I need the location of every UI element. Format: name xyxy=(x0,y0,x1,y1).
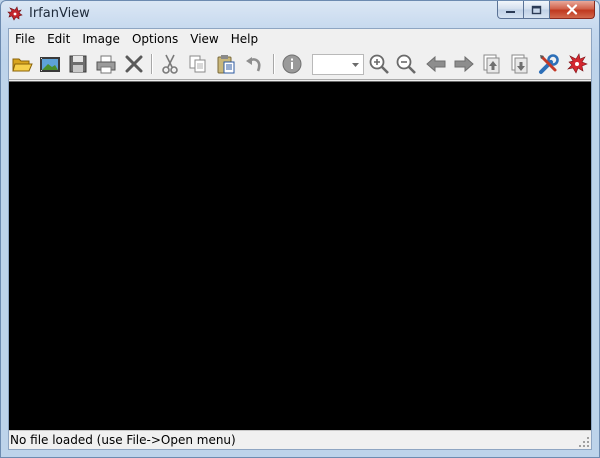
settings-button[interactable] xyxy=(538,53,560,75)
open-folder-icon xyxy=(12,58,33,72)
window-title: IrfanView xyxy=(29,6,90,21)
menu-help[interactable]: Help xyxy=(225,29,264,48)
status-text: No file loaded (use File->Open menu) xyxy=(10,433,236,447)
app-window: IrfanView File Edit Image Options View H… xyxy=(0,0,600,458)
info-icon xyxy=(282,54,302,74)
status-bar: No file loaded (use File->Open menu) xyxy=(9,430,591,449)
paste-button[interactable] xyxy=(215,53,237,75)
zoom-out-button[interactable] xyxy=(395,53,417,75)
paste-icon xyxy=(217,55,235,74)
first-page-button[interactable] xyxy=(481,53,503,75)
menu-view[interactable]: View xyxy=(184,29,224,48)
chevron-down-icon[interactable] xyxy=(348,55,363,74)
undo-icon xyxy=(246,57,261,72)
window-controls xyxy=(497,1,595,19)
minimize-button[interactable] xyxy=(497,1,524,19)
minimize-icon xyxy=(506,10,515,13)
menu-image[interactable]: Image xyxy=(76,29,126,48)
zoom-dropdown[interactable] xyxy=(312,54,364,75)
zoom-out-icon xyxy=(396,54,416,74)
client-area: File Edit Image Options View Help No fil… xyxy=(8,28,592,450)
last-page-icon xyxy=(511,54,528,74)
slideshow-button[interactable] xyxy=(39,53,61,75)
last-page-button[interactable] xyxy=(509,53,531,75)
toolbar xyxy=(9,49,591,80)
slideshow-icon xyxy=(40,57,60,72)
cut-icon xyxy=(162,54,178,74)
first-page-icon xyxy=(483,54,500,74)
irfanview-cat-icon[interactable] xyxy=(7,6,23,22)
irfanview-logo-icon xyxy=(567,53,588,74)
about-button[interactable] xyxy=(566,53,588,75)
settings-icon xyxy=(539,54,559,74)
maximize-icon xyxy=(531,5,542,14)
menu-edit[interactable]: Edit xyxy=(41,29,76,48)
menu-file[interactable]: File xyxy=(9,29,41,48)
toolbar-separator xyxy=(273,54,274,74)
close-icon xyxy=(566,4,578,15)
save-icon xyxy=(69,55,87,73)
print-button[interactable] xyxy=(95,53,117,75)
maximize-button[interactable] xyxy=(524,1,550,19)
menu-options[interactable]: Options xyxy=(126,29,184,48)
save-button[interactable] xyxy=(67,53,89,75)
title-bar[interactable]: IrfanView xyxy=(1,1,599,27)
resize-grip-icon[interactable] xyxy=(578,436,590,448)
image-viewer-area[interactable] xyxy=(9,81,591,430)
delete-icon xyxy=(125,55,143,73)
copy-button[interactable] xyxy=(187,53,209,75)
menu-bar: File Edit Image Options View Help xyxy=(9,29,591,48)
open-button[interactable] xyxy=(11,53,33,75)
zoom-in-icon xyxy=(369,54,389,74)
next-arrow-icon xyxy=(454,55,474,73)
undo-button[interactable] xyxy=(243,53,265,75)
delete-button[interactable] xyxy=(123,53,145,75)
previous-arrow-icon xyxy=(426,55,446,73)
info-button[interactable] xyxy=(281,53,303,75)
next-button[interactable] xyxy=(453,53,475,75)
zoom-in-button[interactable] xyxy=(368,53,390,75)
print-icon xyxy=(96,55,116,74)
previous-button[interactable] xyxy=(425,53,447,75)
cut-button[interactable] xyxy=(159,53,181,75)
close-button[interactable] xyxy=(550,1,595,19)
copy-icon xyxy=(189,55,206,73)
toolbar-separator xyxy=(151,54,152,74)
